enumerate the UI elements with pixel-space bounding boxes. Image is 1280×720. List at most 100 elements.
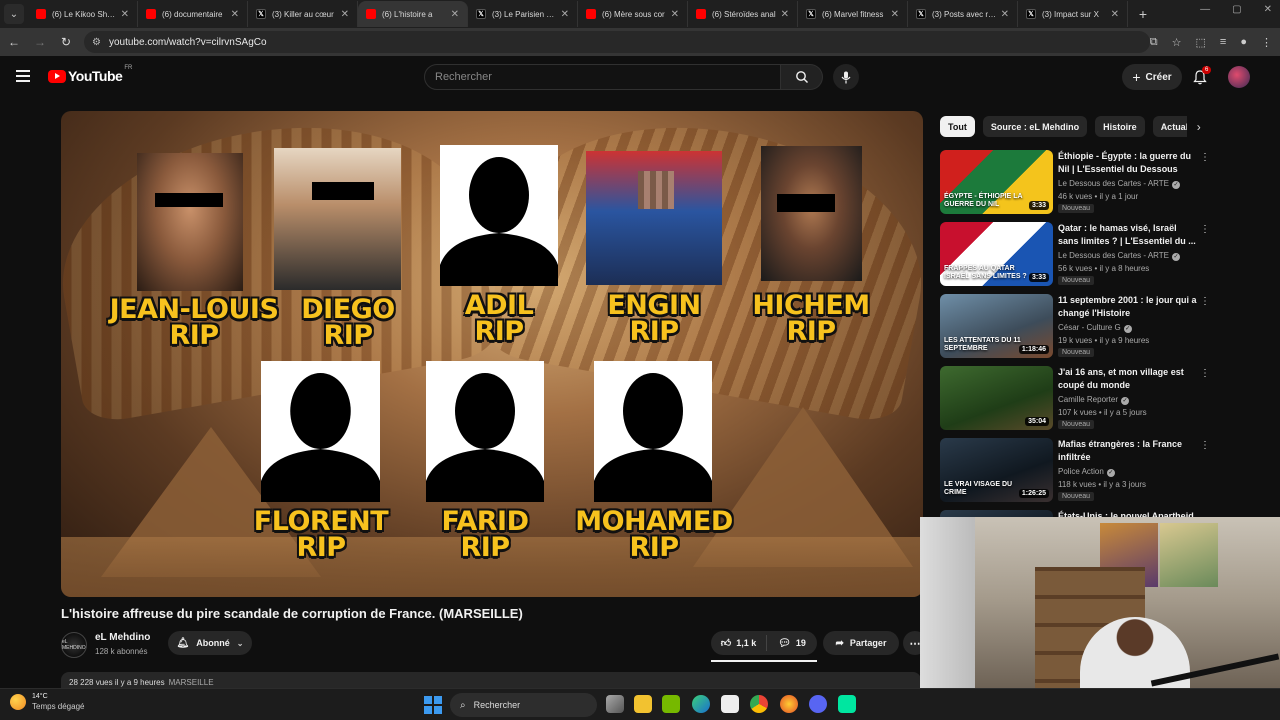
chrome-icon[interactable]	[750, 695, 768, 713]
tab-close-icon[interactable]: ✕	[781, 9, 789, 20]
edge-icon[interactable]	[692, 695, 710, 713]
store-icon[interactable]	[721, 695, 739, 713]
recommended-channel[interactable]: Le Dessous des Cartes - ARTE ✓	[1058, 179, 1181, 189]
browser-tab[interactable]: 𝕏 (3) Posts avec rép ✕	[908, 1, 1018, 27]
browser-tab[interactable]: 𝕏 (3) Impact sur X ✕	[1018, 1, 1128, 27]
tab-close-icon[interactable]: ✕	[891, 9, 899, 20]
tab-search-chevron-icon[interactable]: ⌄	[4, 4, 24, 24]
more-options-icon[interactable]: ⋮	[1200, 296, 1210, 307]
new-tab-plus-icon[interactable]: +	[1132, 3, 1154, 25]
weather-widget[interactable]: 14°C Temps dégagé	[10, 693, 84, 711]
more-options-icon[interactable]: ⋮	[1200, 368, 1210, 379]
recommended-title[interactable]: Éthiopie - Égypte : la guerre du Nil | L…	[1058, 150, 1198, 176]
tab-close-icon[interactable]: ✕	[1111, 9, 1119, 20]
chip-history[interactable]: Histoire	[1095, 116, 1145, 137]
share-button[interactable]: ➦ Partager	[823, 631, 899, 655]
minimize-icon[interactable]: —	[1200, 4, 1210, 15]
task-view-icon[interactable]	[606, 695, 624, 713]
tab-close-icon[interactable]: ✕	[451, 9, 459, 20]
recommended-channel[interactable]: Camille Reporter ✓	[1058, 395, 1130, 405]
recommended-title[interactable]: Mafias étrangères : la France infiltrée	[1058, 438, 1198, 463]
windows-start-icon[interactable]	[424, 696, 442, 714]
chip-all[interactable]: Tout	[940, 116, 975, 137]
app-icon[interactable]	[838, 695, 856, 713]
like-button[interactable]: 👍︎ 1,1 k	[711, 635, 767, 651]
youtube-logo[interactable]: YouTube FR	[48, 65, 132, 84]
recommended-video[interactable]: FRAPPES AU QATAR ISRAËL SANS LIMITES ? 3:…	[940, 222, 1212, 288]
browser-tab[interactable]: (6) Le Kikoo Show ✕	[28, 1, 138, 27]
extensions-icon[interactable]: ⬚	[1196, 36, 1206, 49]
recommended-title[interactable]: 11 septembre 2001 : le jour qui a changé…	[1058, 294, 1198, 319]
tab-close-icon[interactable]: ✕	[1001, 9, 1009, 20]
search-bar: Rechercher	[424, 64, 859, 90]
browser-menu-icon[interactable]: ⋮	[1261, 36, 1272, 49]
profile-icon[interactable]: ●	[1240, 36, 1247, 48]
browser-tab[interactable]: 𝕏 (3) Le Parisien sur ✕	[468, 1, 578, 27]
browser-tab[interactable]: (6) documentaire ✕	[138, 1, 248, 27]
account-avatar[interactable]	[1228, 66, 1250, 88]
recommended-channel[interactable]: Police Action ✓	[1058, 467, 1115, 477]
browser-tab[interactable]: 𝕏 (6) Marvel fitness ✕	[798, 1, 908, 27]
voice-search-button[interactable]	[833, 64, 859, 90]
tab-label: (6) documentaire	[162, 9, 223, 19]
tab-close-icon[interactable]: ✕	[121, 9, 129, 20]
youtube-favicon-icon	[366, 9, 376, 19]
tab-close-icon[interactable]: ✕	[561, 9, 569, 20]
chip-source[interactable]: Source : eL Mehdino	[982, 116, 1088, 137]
url-field[interactable]: ⚙ youtube.com/watch?v=cilrvnSAgCo	[84, 31, 1150, 53]
taskbar-search[interactable]: ⌕ Rechercher	[450, 693, 597, 717]
hashtag[interactable]: MARSEILLE	[169, 678, 214, 687]
duration-badge: 3:33	[1028, 273, 1049, 282]
tab-close-icon[interactable]: ✕	[671, 9, 679, 20]
hamburger-menu-icon[interactable]	[16, 70, 30, 82]
more-options-icon[interactable]: ⋮	[1200, 224, 1210, 235]
tab-close-icon[interactable]: ✕	[341, 9, 349, 20]
install-app-icon[interactable]: ⧉	[1150, 36, 1158, 49]
browser-tab[interactable]: (6) Stéroïdes anal ✕	[688, 1, 798, 27]
search-input[interactable]: Rechercher	[424, 64, 781, 90]
nvidia-icon[interactable]	[662, 695, 680, 713]
create-button[interactable]: + Créer	[1122, 64, 1182, 90]
recommended-video[interactable]: LE VRAI VISAGE DU CRIME 1:26:25 Mafias étr…	[940, 438, 1212, 504]
back-arrow-icon[interactable]: ←	[2, 30, 26, 54]
bookmark-star-icon[interactable]: ☆	[1172, 36, 1182, 49]
comments-button[interactable]: 💬︎ 19	[767, 638, 817, 649]
video-thumbnail[interactable]: LE VRAI VISAGE DU CRIME 1:26:25	[940, 438, 1053, 502]
site-info-icon[interactable]: ⚙	[92, 37, 101, 48]
firefox-icon[interactable]	[780, 695, 798, 713]
chip-news[interactable]: Actualités	[1152, 116, 1187, 137]
recommended-video[interactable]: ÉGYPTE - ÉTHIOPIE LA GUERRE DU NIL 3:33 Ét…	[940, 150, 1212, 216]
subscribed-button[interactable]: 🔔︎ Abonné ⌄	[168, 631, 252, 655]
discord-icon[interactable]	[809, 695, 827, 713]
recommended-channel[interactable]: César - Culture G ✓	[1058, 323, 1132, 333]
recommended-video[interactable]: 35:04 J'ai 16 ans, et mon village est cou…	[940, 366, 1212, 432]
recommended-channel[interactable]: Le Dessous des Cartes - ARTE ✓	[1058, 251, 1181, 261]
recommended-title[interactable]: J'ai 16 ans, et mon village est coupé du…	[1058, 366, 1198, 391]
recommended-video[interactable]: LES ATTENTATS DU 11 SEPTEMBRE 1:18:46 11 s…	[940, 294, 1212, 360]
tab-close-icon[interactable]: ✕	[231, 9, 239, 20]
file-explorer-icon[interactable]	[634, 695, 652, 713]
video-player[interactable]: JEAN-LOUIS RIP DIEGO RIP ADIL RIP ENGIN RIP …	[61, 111, 923, 597]
video-thumbnail[interactable]: FRAPPES AU QATAR ISRAËL SANS LIMITES ? 3:…	[940, 222, 1053, 286]
youtube-header: YouTube FR Rechercher + Créer 6	[0, 56, 1270, 98]
forward-arrow-icon[interactable]: →	[28, 30, 52, 54]
more-options-icon[interactable]: ⋮	[1200, 440, 1210, 451]
taskbar-search-label: Rechercher	[473, 700, 521, 710]
more-options-icon[interactable]: ⋮	[1200, 152, 1210, 163]
browser-tab[interactable]: (6) L'histoire a ✕	[358, 1, 468, 27]
media-control-icon[interactable]: ≡	[1220, 36, 1226, 48]
channel-name[interactable]: eL Mehdino	[95, 632, 150, 643]
video-thumbnail[interactable]: 35:04	[940, 366, 1053, 430]
reload-icon[interactable]: ↻	[54, 30, 78, 54]
person-name-label: ADIL RIP	[464, 290, 534, 347]
chevron-right-icon[interactable]: ›	[1197, 120, 1201, 134]
video-thumbnail[interactable]: ÉGYPTE - ÉTHIOPIE LA GUERRE DU NIL 3:33	[940, 150, 1053, 214]
browser-tab[interactable]: 𝕏 (3) Killer au cœur ✕	[248, 1, 358, 27]
close-window-icon[interactable]: ✕	[1264, 4, 1272, 15]
maximize-icon[interactable]: ▢	[1232, 4, 1241, 15]
recommended-title[interactable]: Qatar : le hamas visé, Israël sans limit…	[1058, 222, 1198, 247]
video-thumbnail[interactable]: LES ATTENTATS DU 11 SEPTEMBRE 1:18:46	[940, 294, 1053, 358]
search-button[interactable]	[781, 64, 823, 90]
browser-tab[interactable]: (6) Mère sous cor ✕	[578, 1, 688, 27]
channel-avatar[interactable]: eL MEHDINO	[61, 632, 87, 658]
